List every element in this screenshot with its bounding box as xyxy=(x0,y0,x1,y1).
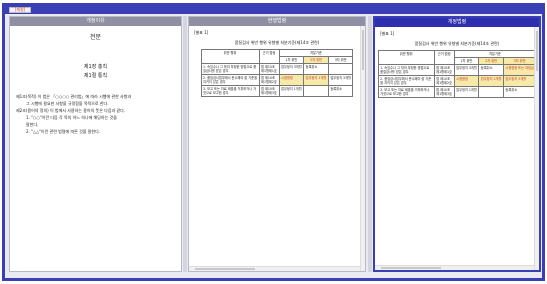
table-row: 2. 품질검사업무에서 준수해야 할 기준을 지키지 않은 경우 법 제10조 … xyxy=(200,74,354,86)
cell-c2: 등록취소 xyxy=(478,64,504,76)
cell-c1: 시정명령 xyxy=(278,74,305,86)
cell-c1: 업무정지 3개월 xyxy=(278,63,305,75)
horizontal-scrollbar[interactable] xyxy=(375,265,534,270)
cell-c1: 업무정지 1개월 xyxy=(278,85,305,97)
cell-c3: 시정명령 또는 과징금 xyxy=(502,64,537,76)
cell-act: 2. 품질검사업무에서 준수해야 할 기준을 지키지 않은 경우 xyxy=(200,74,260,86)
penalty-table-current: 위반 행위 근거 법령 처분기준 1차 위반 2차 위반 3차 위반 1. 속임… xyxy=(200,49,354,97)
cell-c3: 등록취소 xyxy=(502,86,537,98)
cell-act: 3. 보고 또는 자료 제출을 거부하거나 거짓으로 보고한 경우 xyxy=(377,86,435,98)
vertical-scrollbar[interactable] xyxy=(534,27,539,270)
cell-c2: 업무정지 1개월 xyxy=(478,75,504,87)
table-title: 품질검사 위반 행위 유형별 처분기준(제14조 관련) xyxy=(234,40,320,45)
cell-act: 2. 품질검사업무에서 준수해야 할 기준을 지키지 않은 경우 xyxy=(377,75,435,87)
scroll-thumb[interactable] xyxy=(536,31,538,71)
reason-pane: 개정이유 전문 제1장 총칙 제1절 통칙 제1조(목적) 이 법은 「○○○○… xyxy=(9,16,182,272)
table-row: 2. 품질검사업무에서 준수해야 할 기준을 지키지 않은 경우 법 제10조 … xyxy=(377,75,537,87)
article-line: 그 시행에 필요한 사항을 규정함을 목적으로 한다. xyxy=(26,101,109,106)
table-row: 1. 속임수나 그 밖의 부정한 방법으로 품질검사를 받은 경우 법 제10조… xyxy=(200,63,354,75)
scroll-thumb[interactable] xyxy=(362,30,364,70)
document-tab[interactable]: [개정] xyxy=(9,7,31,13)
vertical-scrollbar[interactable] xyxy=(360,26,365,271)
viewer-window: [개정] 개정이유 전문 제1장 총칙 제1절 통칙 제1조(목적) 이 법은 … xyxy=(2,3,545,281)
chapter-heading: 제1절 통칙 xyxy=(83,73,108,79)
table-row: 3. 보고 또는 자료 제출을 거부하거나 거짓으로 보고한 경우 법 제10조… xyxy=(377,86,537,98)
cell-c2 xyxy=(478,86,504,98)
table-row: 3. 보고 또는 자료 제출을 거부하거나 거짓으로 보고한 경우 법 제10조… xyxy=(200,85,354,97)
part-heading: 제1장 총칙 xyxy=(83,64,108,70)
cell-law: 법 제10조 제1항제1호 xyxy=(433,64,455,76)
current-law-pane-header: 현행법령 xyxy=(189,17,365,26)
col-header: 위반 행위 xyxy=(200,49,260,64)
cell-act: 1. 속임수나 그 밖의 부정한 방법으로 품질검사를 받은 경우 xyxy=(377,64,435,76)
col-header: 2차 위반 xyxy=(303,56,329,64)
cell-law: 법 제10조 제1항제3호 xyxy=(258,85,280,97)
cell-law: 법 제10조 제1항제2호 xyxy=(433,75,455,87)
scroll-thumb[interactable] xyxy=(195,268,255,270)
col-header: 2차 위반 xyxy=(478,57,504,65)
penalty-table-revised: 위반 행위 근거 법령 처분기준 1차 위반 2차 위반 3차 위반 1. 속임… xyxy=(377,50,537,98)
cell-c3: 업무정지 3개월 xyxy=(502,75,537,87)
cell-c1: 업무정지 3개월 xyxy=(453,64,480,76)
col-header: 근거 법령 xyxy=(258,49,280,64)
cell-act: 3. 보고 또는 자료 제출을 거부하거나 거짓으로 보고한 경우 xyxy=(200,85,260,97)
article-text: 제1조(목적) 이 법은 「○○○○ 관리법」에 따라 시행에 관한 사항과 그… xyxy=(16,93,175,135)
article-line: 말한다. xyxy=(26,122,39,127)
col-header: 처분기준 xyxy=(453,50,537,58)
table-row: 1. 속임수나 그 밖의 부정한 방법으로 품질검사를 받은 경우 법 제10조… xyxy=(377,64,537,76)
cell-law: 법 제10조 제1항제1호 xyxy=(258,63,280,75)
cell-c3: 등록취소 xyxy=(327,85,354,97)
cell-c2: 등록취소 xyxy=(303,63,329,75)
reason-pane-header: 개정이유 xyxy=(10,17,181,26)
cell-act: 1. 속임수나 그 밖의 부정한 방법으로 품질검사를 받은 경우 xyxy=(200,63,260,75)
revised-law-pane-header: 개정법령 xyxy=(375,18,539,27)
col-header: 3차 위반 xyxy=(327,56,354,64)
cell-c3: 업무정지 3개월 xyxy=(327,74,354,86)
current-law-pane: 현행법령 [별표 1] 품질검사 위반 행위 유형별 처분기준(제14조 관련)… xyxy=(188,16,366,272)
cell-c1: 업무정지 1개월 xyxy=(453,86,480,98)
doc-title: 전문 xyxy=(89,34,102,41)
col-header: 처분기준 xyxy=(278,49,354,57)
title-bar: [개정] xyxy=(5,6,542,14)
cell-c2 xyxy=(303,85,329,97)
cell-c1: 시정명령 xyxy=(453,75,480,87)
appendix-note: [별표 1] xyxy=(194,30,209,35)
article-line: 제1조(목적) 이 법은 「○○○○ 관리법」에 따라 시행에 관한 사항과 xyxy=(16,94,132,99)
cell-law: 법 제10조 제1항제2호 xyxy=(258,74,280,86)
cell-c2: 업무정지 1개월 xyxy=(303,74,329,86)
pane-splitter[interactable] xyxy=(183,16,187,272)
col-header: 3차 위반 xyxy=(502,57,537,65)
revised-law-pane: 개정법령 [별표 1] 품질검사 위반 행위 유형별 처분기준(제14조 관련)… xyxy=(373,16,541,272)
cell-c3 xyxy=(327,63,354,75)
article-line: 2. "△△"이란 관련 법령에 따른 것을 말한다. xyxy=(26,129,101,134)
col-header: 1차 위반 xyxy=(278,56,305,64)
table-title: 품질검사 위반 행위 유형별 처분기준(제14조 관련) xyxy=(414,41,500,46)
scroll-thumb[interactable] xyxy=(381,267,441,269)
pane-splitter[interactable] xyxy=(368,16,372,272)
appendix-note: [별표 1] xyxy=(380,31,395,36)
article-line: 1. "○○"이란 다음 각 목의 어느 하나에 해당하는 것을 xyxy=(26,115,117,120)
col-header: 위반 행위 xyxy=(377,50,435,65)
col-header: 근거 법령 xyxy=(433,50,455,65)
horizontal-scrollbar[interactable] xyxy=(189,266,360,271)
col-header: 1차 위반 xyxy=(453,57,480,65)
cell-law: 법 제10조 제1항제3호 xyxy=(433,86,455,98)
article-line: 제2조(용어의 정의) 이 법에서 사용하는 용어의 뜻은 다음과 같다. xyxy=(16,108,126,113)
